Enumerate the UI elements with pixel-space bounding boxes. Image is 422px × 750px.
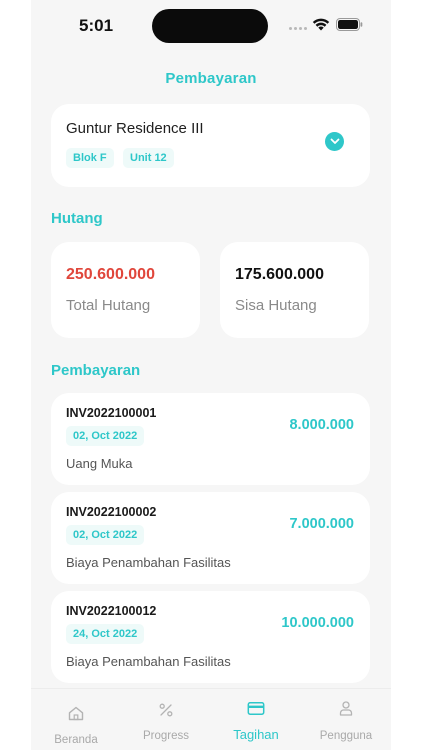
chevron-down-icon[interactable] [325,132,344,151]
status-bar: 5:01 [31,0,391,52]
payment-date: 24, Oct 2022 [66,624,145,644]
nav-item-progress[interactable]: Progress [121,689,211,750]
card-icon [247,702,265,715]
payment-amount: 7.000.000 [289,516,354,532]
nav-item-tagihan[interactable]: Tagihan [211,689,301,750]
payment-date: 02, Oct 2022 [66,426,145,446]
payments-section-title: Pembayaran [51,362,141,379]
blok-badge: Blok F [66,148,114,168]
payment-date: 02, Oct 2022 [66,525,145,545]
home-icon [68,706,84,721]
property-selector[interactable]: Guntur Residence III Blok F Unit 12 [51,104,370,187]
payment-description: Biaya Penambahan Fasilitas [66,654,231,669]
invoice-number: INV2022100012 [66,604,157,618]
remaining-debt-label: Sisa Hutang [235,297,317,314]
nav-label: Beranda [54,734,98,746]
wifi-icon [312,18,330,31]
bottom-nav: Beranda Progress Tagihan Pengguna [31,688,391,750]
status-time: 5:01 [79,16,114,35]
remaining-debt-card: 175.600.000 Sisa Hutang [220,242,369,338]
unit-badge: Unit 12 [123,148,174,168]
payment-description: Uang Muka [66,456,133,471]
remaining-debt-value: 175.600.000 [235,266,324,283]
nav-item-pengguna[interactable]: Pengguna [301,689,391,750]
battery-icon [336,18,363,31]
nav-item-beranda[interactable]: Beranda [31,689,121,750]
signal-icon [289,27,307,30]
invoice-number: INV2022100001 [66,406,157,420]
total-debt-card: 250.600.000 Total Hutang [51,242,200,338]
phone-screen: 5:01 Pembayaran Guntur Residence III Blo… [31,0,391,750]
debt-section-title: Hutang [51,210,103,227]
nav-label: Tagihan [233,727,279,742]
payment-item[interactable]: INV2022100002 02, Oct 2022 Biaya Penamba… [51,492,370,584]
page-title: Pembayaran [165,70,257,87]
payment-item[interactable]: INV2022100012 24, Oct 2022 Biaya Penamba… [51,591,370,683]
total-debt-label: Total Hutang [66,297,151,314]
payment-amount: 8.000.000 [289,417,354,433]
invoice-number: INV2022100002 [66,505,157,519]
payment-amount: 10.000.000 [281,615,354,631]
nav-label: Progress [142,730,190,742]
user-icon [339,701,353,716]
payment-description: Biaya Penambahan Fasilitas [66,555,231,570]
dynamic-island [152,9,268,43]
total-debt-value: 250.600.000 [66,266,155,283]
percent-icon [159,703,173,717]
property-name: Guntur Residence III [66,120,204,137]
payment-item[interactable]: INV2022100001 02, Oct 2022 Uang Muka 8.0… [51,393,370,485]
nav-label: Pengguna [319,730,373,742]
